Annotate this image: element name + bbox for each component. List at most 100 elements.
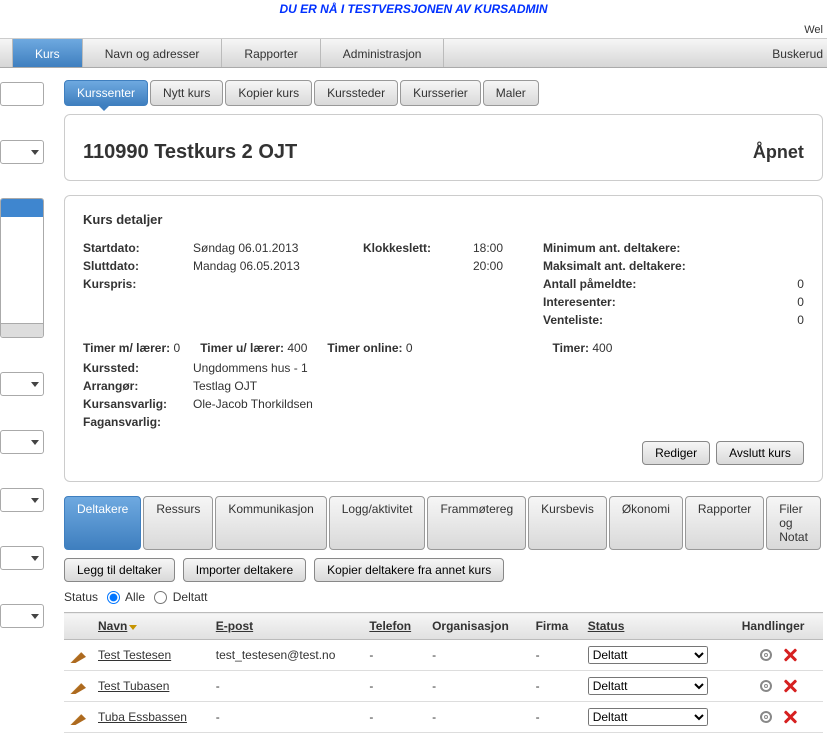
ptab-ressurs[interactable]: Ressurs: [143, 496, 213, 550]
lbl-t-online: Timer online:: [327, 341, 402, 355]
ptab-kursbevis[interactable]: Kursbevis: [528, 496, 607, 550]
rail-dropdown-3[interactable]: [0, 372, 44, 396]
participant-name-link[interactable]: Test Tubasen: [98, 679, 169, 693]
main-nav: Kurs Navn og adresser Rapporter Administ…: [0, 38, 827, 68]
add-participant-button[interactable]: Legg til deltaker: [64, 558, 175, 582]
lbl-int: Interesenter:: [543, 295, 774, 309]
ptab-rapporter[interactable]: Rapporter: [685, 496, 764, 550]
delete-icon[interactable]: [782, 678, 798, 694]
th-handlinger: Handlinger: [736, 613, 823, 640]
lbl-arranger: Arrangør:: [83, 379, 193, 393]
subtab-maler[interactable]: Maler: [483, 80, 539, 106]
lbl-reg: Antall påmeldte:: [543, 277, 774, 291]
val-arranger: Testlag OJT: [193, 379, 257, 393]
lbl-klokkeslett: Klokkeslett:: [363, 241, 473, 255]
subtab-nyttkurs[interactable]: Nytt kurs: [150, 80, 223, 106]
edit-icon[interactable]: [70, 709, 86, 725]
ptab-deltakere[interactable]: Deltakere: [64, 496, 141, 550]
participant-phone: -: [363, 640, 426, 671]
val-t-online: 0: [406, 341, 413, 355]
edit-icon[interactable]: [70, 647, 86, 663]
delete-icon[interactable]: [782, 647, 798, 663]
val-max: [774, 259, 804, 273]
chevron-down-icon: [31, 440, 39, 445]
th-navn[interactable]: Navn: [92, 613, 210, 640]
lbl-t-wo: Timer u/ lærer:: [200, 341, 284, 355]
course-details-card: Kurs detaljer Startdato: Søndag 06.01.20…: [64, 195, 823, 482]
ptab-filer[interactable]: Filer og Notat: [766, 496, 821, 550]
val-time-end: 20:00: [473, 259, 543, 273]
lbl-min: Minimum ant. deltakere:: [543, 241, 774, 255]
table-row: Tuba Essbassen----Deltatt: [64, 702, 823, 733]
nav-tab-admin[interactable]: Administrasjon: [321, 39, 445, 67]
participant-email: -: [210, 702, 364, 733]
th-edit: [64, 613, 92, 640]
th-firma[interactable]: Firma: [530, 613, 582, 640]
val-reg: 0: [774, 277, 804, 291]
gear-icon[interactable]: [760, 711, 772, 723]
import-participants-button[interactable]: Importer deltakere: [183, 558, 306, 582]
th-status[interactable]: Status: [582, 613, 736, 640]
lbl-sluttdato: Sluttdato:: [83, 259, 193, 273]
sort-caret-icon: [129, 625, 137, 630]
chevron-down-icon: [31, 498, 39, 503]
participant-email: test_testesen@test.no: [210, 640, 364, 671]
rail-dropdown-7[interactable]: [0, 604, 44, 628]
subtab-kurssteder[interactable]: Kurssteder: [314, 80, 398, 106]
participant-firm: -: [530, 702, 582, 733]
ptab-logg[interactable]: Logg/aktivitet: [329, 496, 426, 550]
val-min: [774, 241, 804, 255]
nav-tab-rapporter[interactable]: Rapporter: [222, 39, 320, 67]
status-select[interactable]: Deltatt: [588, 708, 708, 726]
rail-dropdown-5[interactable]: [0, 488, 44, 512]
rail-dropdown-4[interactable]: [0, 430, 44, 454]
rail-listbox[interactable]: [0, 198, 44, 338]
ptab-frammote[interactable]: Frammøtereg: [427, 496, 526, 550]
course-status: Åpnet: [753, 142, 804, 163]
val-int: 0: [774, 295, 804, 309]
gear-icon[interactable]: [760, 649, 772, 661]
status-filter: Status Alle Deltatt: [64, 590, 823, 604]
close-course-button[interactable]: Avslutt kurs: [716, 441, 804, 465]
participant-name-link[interactable]: Tuba Essbassen: [98, 710, 187, 724]
status-select[interactable]: Deltatt: [588, 677, 708, 695]
status-radio-all[interactable]: [107, 591, 120, 604]
subnav: Kurssenter Nytt kurs Kopier kurs Kursste…: [64, 80, 823, 106]
participant-name-link[interactable]: Test Testesen: [98, 648, 171, 662]
ptab-okonomi[interactable]: Økonomi: [609, 496, 683, 550]
participant-org: -: [426, 702, 529, 733]
nav-tab-kurs[interactable]: Kurs: [12, 39, 83, 67]
participants-table: Navn E-post Telefon Organisasjon Firma S…: [64, 612, 823, 733]
rail-dropdown-6[interactable]: [0, 546, 44, 570]
th-org[interactable]: Organisasjon: [426, 613, 529, 640]
lbl-responsible: Kursansvarlig:: [83, 397, 193, 411]
status-radio-attended[interactable]: [154, 591, 167, 604]
rail-dropdown-1[interactable]: [0, 82, 44, 106]
status-opt-attended: Deltatt: [173, 590, 208, 604]
lbl-max: Maksimalt ant. deltakere:: [543, 259, 774, 273]
welcome-text: Wel: [0, 22, 827, 38]
edit-button[interactable]: Rediger: [642, 441, 710, 465]
th-telefon[interactable]: Telefon: [363, 613, 426, 640]
val-kurspris: [193, 277, 363, 291]
delete-icon[interactable]: [782, 709, 798, 725]
gear-icon[interactable]: [760, 680, 772, 692]
val-responsible: Ole-Jacob Thorkildsen: [193, 397, 313, 411]
th-epost[interactable]: E-post: [210, 613, 364, 640]
copy-participants-button[interactable]: Kopier deltakere fra annet kurs: [314, 558, 504, 582]
participant-toolbar: Legg til deltaker Importer deltakere Kop…: [64, 558, 823, 582]
nav-tab-navn[interactable]: Navn og adresser: [83, 39, 223, 67]
subtab-kurssenter[interactable]: Kurssenter: [64, 80, 148, 106]
subtab-kursserier[interactable]: Kursserier: [400, 80, 481, 106]
edit-icon[interactable]: [70, 678, 86, 694]
ptab-komm[interactable]: Kommunikasjon: [215, 496, 326, 550]
status-label: Status: [64, 590, 98, 604]
chevron-down-icon: [31, 382, 39, 387]
left-rail: [0, 68, 48, 733]
lbl-subject: Fagansvarlig:: [83, 415, 193, 429]
subtab-kopierkurs[interactable]: Kopier kurs: [225, 80, 312, 106]
status-select[interactable]: Deltatt: [588, 646, 708, 664]
rail-dropdown-2[interactable]: [0, 140, 44, 164]
val-t-wo: 400: [287, 341, 307, 355]
participant-phone: -: [363, 702, 426, 733]
